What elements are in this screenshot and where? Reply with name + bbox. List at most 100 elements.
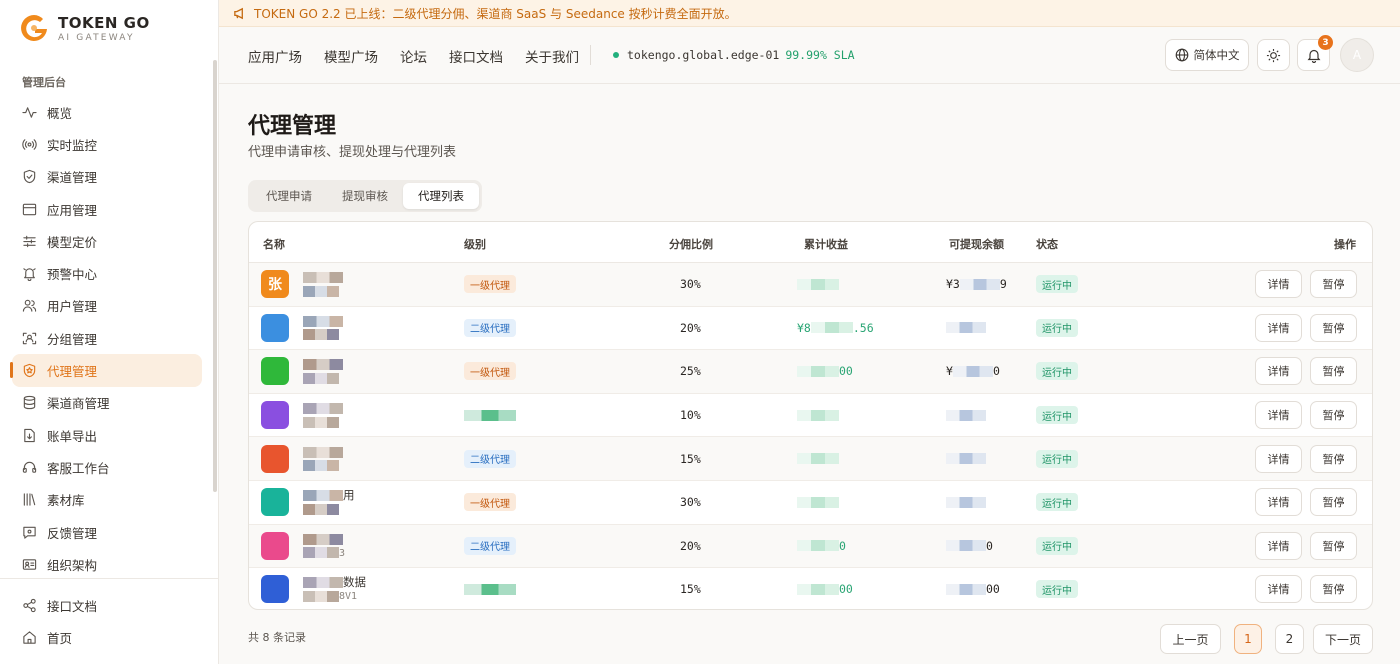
pause-button[interactable]: 暂停 (1310, 575, 1357, 604)
banner-text: TOKEN GO 2.2 已上线：二级代理分佣、渠道商 SaaS 与 Seeda… (254, 6, 737, 21)
redacted-text (464, 583, 516, 595)
agent-name-cell (261, 350, 343, 393)
sidebar-item-home[interactable]: 首页 (12, 621, 202, 653)
sidebar-item-users[interactable]: 用户管理 (12, 290, 202, 322)
redacted-text (797, 278, 839, 290)
col-ops: 操作 (1334, 238, 1356, 251)
broadcast-icon (21, 136, 37, 152)
sidebar-item-id-card[interactable]: 组织架构 (12, 548, 202, 580)
agent-logo (261, 401, 289, 430)
node-status: tokengo.global.edge-01 99.99% SLA (613, 48, 855, 62)
pause-button[interactable]: 暂停 (1310, 488, 1357, 517)
agent-logo (261, 488, 289, 517)
redacted-text (303, 547, 339, 559)
pause-button[interactable]: 暂停 (1310, 401, 1357, 430)
sidebar-item-label: 接口文档 (47, 598, 98, 614)
user-avatar[interactable]: A (1340, 38, 1374, 72)
language-button[interactable]: 简体中文 (1165, 39, 1249, 71)
detail-button[interactable]: 详情 (1255, 401, 1302, 430)
sidebar-item-message[interactable]: 反馈管理 (12, 516, 202, 548)
sidebar-item-bell[interactable]: 预警中心 (12, 257, 202, 289)
table-row: 用 一级代理 30% 运行中 详情 暂停 (249, 481, 1372, 525)
sidebar-item-file-download[interactable]: 账单导出 (12, 419, 202, 451)
share-icon (21, 597, 37, 613)
agent-table: 名称 级别 分佣比例 累计收益 可提现余额 状态 操作 张一级代理 30% ¥3 9 运… (248, 221, 1373, 610)
tab-agent-applications[interactable]: 代理申请 (251, 183, 327, 209)
database-icon (21, 395, 37, 411)
status-badge: 运行中 (1036, 580, 1078, 599)
brand-logo[interactable]: TOKEN GO AI GATEWAY (18, 12, 150, 44)
node-name: tokengo.global.edge-01 (627, 48, 780, 62)
activity-icon (21, 104, 37, 120)
topnav-app-square[interactable]: 应用广场 (248, 46, 302, 66)
notification-button[interactable]: 3 (1297, 35, 1333, 71)
table-row: 10% 运行中 详情 暂停 (249, 394, 1372, 438)
pause-button[interactable]: 暂停 (1310, 313, 1357, 342)
redacted-text (946, 496, 986, 508)
sidebar-item-label: 代理管理 (47, 364, 98, 380)
detail-button[interactable]: 详情 (1255, 575, 1302, 604)
page-1-button[interactable]: 1 (1234, 624, 1262, 654)
pause-button[interactable]: 暂停 (1310, 444, 1357, 473)
table-row: 一级代理 25% 00 ¥0 运行中 详情 暂停 (249, 350, 1372, 394)
detail-button[interactable]: 详情 (1255, 313, 1302, 342)
sidebar-scrollbar[interactable] (213, 60, 217, 492)
brand-title: TOKEN GO (58, 13, 150, 32)
pause-button[interactable]: 暂停 (1310, 270, 1357, 299)
agent-logo (261, 357, 289, 386)
agent-name-cell: 数据 8V1 (261, 568, 366, 609)
pause-button[interactable]: 暂停 (1310, 357, 1357, 386)
tab-bar: 代理申请 提现审核 代理列表 (248, 180, 482, 212)
topnav-forum[interactable]: 论坛 (400, 46, 427, 66)
agent-logo (261, 444, 289, 473)
next-page-button[interactable]: 下一页 (1313, 624, 1373, 654)
agent-name-text: 数据 (343, 575, 366, 590)
tab-withdraw-review[interactable]: 提现审核 (327, 183, 403, 209)
status-badge: 运行中 (1036, 318, 1078, 337)
topnav-about[interactable]: 关于我们 (525, 46, 579, 66)
theme-toggle-button[interactable] (1257, 39, 1290, 71)
status-dot-icon (613, 52, 619, 58)
sidebar-item-shield[interactable]: 渠道管理 (12, 161, 202, 193)
globe-icon (1175, 48, 1188, 62)
sidebar-item-headset[interactable]: 客服工作台 (12, 451, 202, 483)
sidebar-item-scan-user[interactable]: 分组管理 (12, 322, 202, 354)
redacted-text (946, 322, 986, 334)
detail-button[interactable]: 详情 (1255, 531, 1302, 560)
sidebar-item-sliders[interactable]: 模型定价 (12, 225, 202, 257)
sidebar-item-window[interactable]: 应用管理 (12, 193, 202, 225)
ops-cell: 详情 暂停 (1255, 394, 1357, 437)
message-icon (21, 524, 37, 540)
total-income: 00 (797, 568, 853, 609)
topnav-api-docs[interactable]: 接口文档 (449, 46, 503, 66)
sidebar-divider (0, 578, 218, 579)
level-cell: 一级代理 (464, 350, 516, 393)
detail-button[interactable]: 详情 (1255, 270, 1302, 299)
detail-button[interactable]: 详情 (1255, 357, 1302, 386)
tab-agent-list[interactable]: 代理列表 (403, 183, 479, 209)
topnav-model-square[interactable]: 模型广场 (324, 46, 378, 66)
balance-suffix: 9 (999, 277, 1007, 292)
file-download-icon (21, 427, 37, 443)
pause-button[interactable]: 暂停 (1310, 531, 1357, 560)
withdrawable-balance: 0 (946, 525, 993, 568)
sidebar-item-shield-star[interactable]: 代理管理 (10, 354, 202, 387)
sidebar-item-library[interactable]: 素材库 (12, 484, 202, 516)
sidebar-item-broadcast[interactable]: 实时监控 (12, 128, 202, 160)
sidebar-item-label: 用户管理 (47, 299, 98, 315)
sidebar-item-database[interactable]: 渠道商管理 (12, 387, 202, 419)
table-row: 数据 8V1 15% 00 00 运行中 详情 暂停 (249, 568, 1372, 609)
prev-page-button[interactable]: 上一页 (1160, 624, 1221, 654)
redacted-text (303, 490, 343, 502)
status-cell: 运行中 (1036, 481, 1078, 524)
table-header: 名称 级别 分佣比例 累计收益 可提现余额 状态 操作 (249, 222, 1372, 263)
redacted-text (303, 359, 343, 371)
detail-button[interactable]: 详情 (1255, 444, 1302, 473)
detail-button[interactable]: 详情 (1255, 488, 1302, 517)
sidebar-item-share[interactable]: 接口文档 (12, 589, 202, 621)
agent-name-cell (261, 394, 343, 437)
ops-cell: 详情 暂停 (1255, 307, 1357, 350)
page-2-button[interactable]: 2 (1275, 624, 1304, 654)
total-income: 0 (797, 525, 846, 568)
sidebar-item-activity[interactable]: 概览 (12, 96, 202, 128)
